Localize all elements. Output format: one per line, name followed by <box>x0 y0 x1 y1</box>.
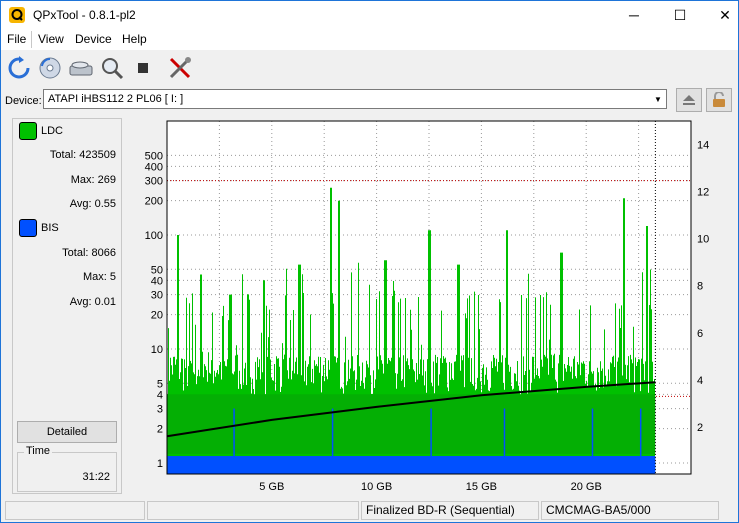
app-logo-icon <box>9 7 25 23</box>
time-label: Time <box>24 445 53 457</box>
status-cell-2 <box>147 501 359 520</box>
bis-avg: Avg: 0.01 <box>69 296 116 308</box>
stop-icon <box>138 63 148 73</box>
minimize-icon: ─ <box>629 7 639 23</box>
y-left-tick-label: 5 <box>157 378 163 390</box>
y-right-tick-label: 2 <box>697 422 703 434</box>
status-cell-1 <box>5 501 145 520</box>
disc-scan-button[interactable] <box>35 53 65 83</box>
x-tick-label: 20 GB <box>571 481 602 493</box>
menu-divider <box>31 31 32 48</box>
ldc-legend-label: LDC <box>41 125 64 137</box>
stop-button[interactable] <box>128 53 158 83</box>
minimize-button[interactable]: ─ <box>611 1 657 29</box>
close-icon: ✕ <box>719 6 731 23</box>
eject-icon <box>683 95 695 105</box>
y-left-tick-label: 300 <box>145 176 163 188</box>
menu-bar: File View Device Help <box>1 29 738 50</box>
y-left-tick-label: 30 <box>151 290 163 302</box>
toolbar <box>1 51 738 85</box>
y-right-tick-label: 8 <box>697 281 703 293</box>
tools-icon <box>169 57 191 79</box>
bis-series-band <box>167 456 656 474</box>
ldc-avg: Avg: 0.55 <box>69 198 116 210</box>
chart-area: 1 2 3 4 5 10 20 30 40 50 100 200 300 400 500 2 4 6 8 10 12 14… <box>129 118 737 498</box>
device-label: Device: <box>5 95 42 107</box>
maximize-button[interactable]: ☐ <box>657 1 703 29</box>
y-left-tick-label: 4 <box>157 389 163 401</box>
zoom-button[interactable] <box>97 53 127 83</box>
zoom-icon <box>102 58 124 80</box>
y-left-tick-label: 2 <box>157 424 163 436</box>
drive-button[interactable] <box>66 53 96 83</box>
x-tick-label: 5 GB <box>259 481 284 493</box>
ldc-color-swatch <box>19 122 37 140</box>
menu-help[interactable]: Help <box>122 32 147 46</box>
y-left-tick-label: 40 <box>151 275 163 287</box>
y-right-tick-label: 12 <box>697 187 709 199</box>
y-left-tick-label: 400 <box>145 161 163 173</box>
menu-device[interactable]: Device <box>75 32 112 46</box>
y-right-tick-label: 10 <box>697 234 709 246</box>
maximize-icon: ☐ <box>673 6 687 23</box>
y-left-tick-label: 500 <box>145 150 163 162</box>
refresh-icon <box>8 56 30 79</box>
bis-total: Total: 8066 <box>62 247 116 259</box>
status-bar: Finalized BD-R (Sequential) CMCMAG-BA5/0… <box>1 498 738 522</box>
menu-file[interactable]: File <box>7 32 26 46</box>
x-tick-label: 10 GB <box>361 481 392 493</box>
y-left-tick-label: 1 <box>157 458 163 470</box>
y-left-tick-label: 50 <box>151 264 163 276</box>
title-bar: QPxTool - 0.8.1-pl2 ─ ☐ ✕ <box>1 1 738 29</box>
close-button[interactable]: ✕ <box>702 1 739 29</box>
tools-button[interactable] <box>165 53 195 83</box>
time-value: 31:22 <box>82 471 110 483</box>
refresh-button[interactable] <box>4 53 34 83</box>
y-left-tick-label: 10 <box>151 344 163 356</box>
y-right-tick-label: 4 <box>697 375 703 387</box>
y-right-tick-label: 6 <box>697 328 703 340</box>
chevron-down-icon: ▼ <box>654 94 662 104</box>
device-select-value: ATAPI iHBS112 2 PL06 [ I: ] <box>48 93 184 105</box>
ldc-bis-chart: 1234510203040501002003004005002468101214… <box>145 120 709 493</box>
y-left-tick-label: 20 <box>151 310 163 322</box>
drive-icon <box>69 61 93 76</box>
y-right-tick-label: 14 <box>697 140 709 152</box>
x-tick-label: 15 GB <box>466 481 497 493</box>
y-left-tick-label: 100 <box>145 230 163 242</box>
bis-legend-label: BIS <box>41 222 59 234</box>
bis-color-swatch <box>19 219 37 237</box>
bis-max: Max: 5 <box>82 271 116 283</box>
detailed-button[interactable]: Detailed <box>17 421 117 443</box>
device-row: Device: ATAPI iHBS112 2 PL06 [ I: ] ▼ <box>1 87 738 113</box>
lock-button[interactable] <box>706 88 732 112</box>
app-window: QPxTool - 0.8.1-pl2 ─ ☐ ✕ File View Devi… <box>0 0 739 523</box>
menu-view[interactable]: View <box>38 32 64 46</box>
window-title: QPxTool - 0.8.1-pl2 <box>33 8 136 22</box>
device-select[interactable]: ATAPI iHBS112 2 PL06 [ I: ] ▼ <box>43 89 667 109</box>
eject-button[interactable] <box>676 88 702 112</box>
status-disc-type: Finalized BD-R (Sequential) <box>361 501 539 520</box>
status-media-id: CMCMAG-BA5/000 <box>541 501 719 520</box>
y-left-tick-label: 200 <box>145 196 163 208</box>
ldc-total: Total: 423509 <box>49 149 116 161</box>
y-left-tick-label: 3 <box>157 404 163 416</box>
time-group: Time 31:22 <box>17 445 117 492</box>
ldc-max: Max: 269 <box>70 174 116 186</box>
disc-scan-icon <box>39 57 61 79</box>
lock-icon <box>713 92 725 107</box>
